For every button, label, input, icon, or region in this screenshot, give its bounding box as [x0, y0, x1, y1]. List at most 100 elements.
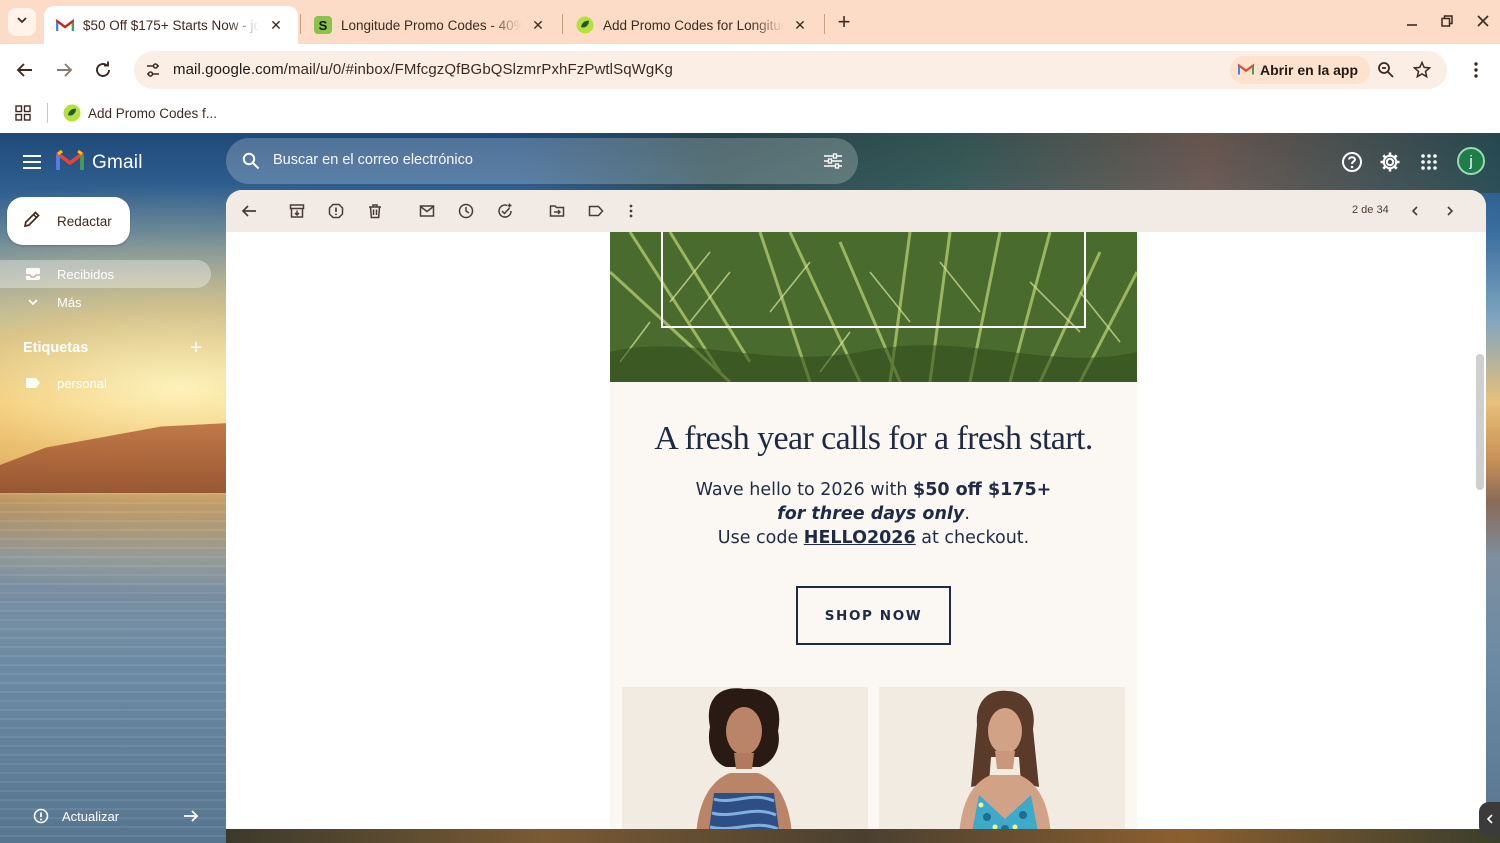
tab-title: $50 Off $175+ Starts Now - jos [83, 17, 260, 33]
account-avatar[interactable]: j [1457, 147, 1485, 175]
report-spam-icon[interactable] [325, 200, 347, 222]
offer-line-1: Wave hello to 2026 with $50 off $175+ [610, 478, 1137, 502]
code-suffix: at checkout. [915, 528, 1030, 548]
browser-tab-longitude[interactable]: S Longitude Promo Codes - 40% ✕ [302, 6, 560, 44]
restore-button[interactable] [1434, 8, 1460, 34]
hero-frame [661, 232, 1086, 328]
promo-leaf-icon [63, 104, 81, 122]
shop-now-button[interactable]: SHOP NOW [796, 586, 951, 645]
chevron-left-icon [1486, 814, 1493, 824]
update-label: Actualizar [62, 808, 120, 824]
browser-menu-button[interactable] [1466, 58, 1486, 82]
older-message-icon[interactable] [1439, 200, 1461, 222]
bookmark-label: Add Promo Codes f... [88, 105, 218, 121]
google-apps-icon[interactable] [1416, 149, 1442, 175]
url-host: mail.google.com [173, 61, 284, 78]
tab-title: Add Promo Codes for Longitude [603, 17, 784, 33]
nav-item-more[interactable]: Más [0, 288, 82, 316]
browser-tab-gmail[interactable]: $50 Off $175+ Starts Now - jos ✕ [44, 6, 298, 44]
main-menu-button[interactable] [20, 150, 44, 174]
gmail-icon [1237, 62, 1255, 78]
update-banner[interactable]: Actualizar [22, 803, 206, 829]
offer-line-2: for three days only. [610, 502, 1137, 526]
offer-punctuation: . [964, 504, 970, 524]
back-to-inbox-icon[interactable] [238, 200, 260, 222]
bookmark-star-icon[interactable] [1411, 59, 1433, 81]
tab-search-button[interactable] [8, 8, 36, 36]
arrow-right-icon[interactable] [182, 807, 200, 825]
bookmarks-separator [47, 103, 48, 123]
search-placeholder: Buscar en el correo electrónico [273, 152, 473, 168]
url-text: mail.google.com/mail/u/0/#inbox/FMfcgzQf… [173, 61, 673, 78]
side-panel-toggle[interactable] [1479, 802, 1500, 836]
search-icon[interactable] [240, 150, 262, 172]
pager-text: 2 de 34 [1352, 204, 1389, 216]
help-icon[interactable] [1339, 149, 1365, 175]
tab-title: Longitude Promo Codes - 40% [341, 17, 522, 33]
email-headline: A fresh year calls for a fresh start. [654, 420, 1093, 457]
minimize-icon [1407, 24, 1417, 26]
apps-grid-icon[interactable] [12, 102, 34, 124]
background-rocks [226, 829, 1500, 843]
minimize-button[interactable] [1399, 8, 1425, 34]
gmail-logo[interactable]: Gmail [56, 149, 143, 176]
mail-search-bar[interactable]: Buscar en el correo electrónico [226, 138, 858, 184]
close-icon[interactable]: ✕ [528, 15, 548, 35]
settings-gear-icon[interactable] [1377, 149, 1403, 175]
label-item-personal[interactable]: personal [0, 369, 107, 397]
search-options-icon[interactable] [822, 150, 844, 172]
back-button[interactable] [11, 56, 39, 84]
plus-icon: + [837, 9, 851, 34]
newer-message-icon[interactable] [1404, 200, 1426, 222]
browser-tab-add-promo[interactable]: Add Promo Codes for Longitude ✕ [564, 6, 822, 44]
bookmark-item[interactable]: Add Promo Codes f... [63, 100, 217, 126]
model-swimsuit-blue-graphic [622, 687, 868, 829]
compose-button[interactable]: Redactar [7, 197, 130, 245]
url-path: /mail/u/0/#inbox/FMfcgzQfBGbQSlzmrPxhFzP… [283, 61, 673, 78]
label-icon [24, 374, 42, 392]
zoom-icon[interactable] [1375, 59, 1397, 81]
close-icon[interactable]: ✕ [790, 15, 810, 35]
more-vert-icon[interactable] [620, 200, 642, 222]
restore-icon [1441, 15, 1453, 27]
move-to-folder-icon[interactable] [546, 200, 568, 222]
s-logo-icon: S [314, 16, 332, 34]
compose-label: Redactar [57, 213, 112, 229]
label-item-label: personal [57, 375, 107, 391]
add-task-icon[interactable] [494, 200, 516, 222]
hero-palm-image [610, 232, 1137, 382]
tab-separator [562, 14, 563, 34]
background-water [0, 493, 230, 843]
product-image-right[interactable] [879, 687, 1125, 829]
chevron-down-icon [16, 13, 28, 31]
new-tab-button[interactable]: + [832, 9, 856, 34]
label-icon[interactable] [585, 200, 607, 222]
gmail-m-icon [56, 149, 84, 176]
mark-unread-icon[interactable] [416, 200, 438, 222]
message-scrollbar[interactable] [1474, 232, 1486, 829]
archive-icon[interactable] [286, 200, 308, 222]
arrow-left-icon [16, 63, 32, 77]
close-window-button[interactable] [1470, 8, 1496, 34]
product-image-left[interactable] [622, 687, 868, 829]
scrollbar-thumb[interactable] [1476, 354, 1484, 490]
message-body: A fresh year calls for a fresh start. Wa… [226, 232, 1474, 829]
open-in-app-button[interactable]: Abrir en la app [1230, 56, 1371, 84]
offer-amount: $50 off $175+ [913, 480, 1052, 500]
background-hills [0, 423, 230, 493]
nav-item-label: Recibidos [57, 266, 115, 282]
nav-item-inbox[interactable]: Recibidos [0, 260, 211, 288]
email-content: A fresh year calls for a fresh start. Wa… [610, 232, 1137, 829]
close-icon[interactable]: ✕ [266, 15, 286, 35]
message-pane: 2 de 34 A fresh year calls for a fresh s… [226, 190, 1486, 829]
delete-icon[interactable] [364, 200, 386, 222]
offer-duration: for three days only [777, 504, 965, 524]
address-bar[interactable]: mail.google.com/mail/u/0/#inbox/FMfcgzQf… [134, 51, 1447, 89]
site-settings-icon[interactable] [142, 59, 164, 81]
hamburger-icon [23, 155, 41, 169]
add-label-button[interactable]: + [186, 337, 206, 359]
reload-button[interactable] [89, 56, 117, 84]
email-body-copy: Wave hello to 2026 with $50 off $175+ fo… [610, 478, 1137, 550]
forward-button[interactable] [50, 56, 78, 84]
snooze-clock-icon[interactable] [455, 200, 477, 222]
